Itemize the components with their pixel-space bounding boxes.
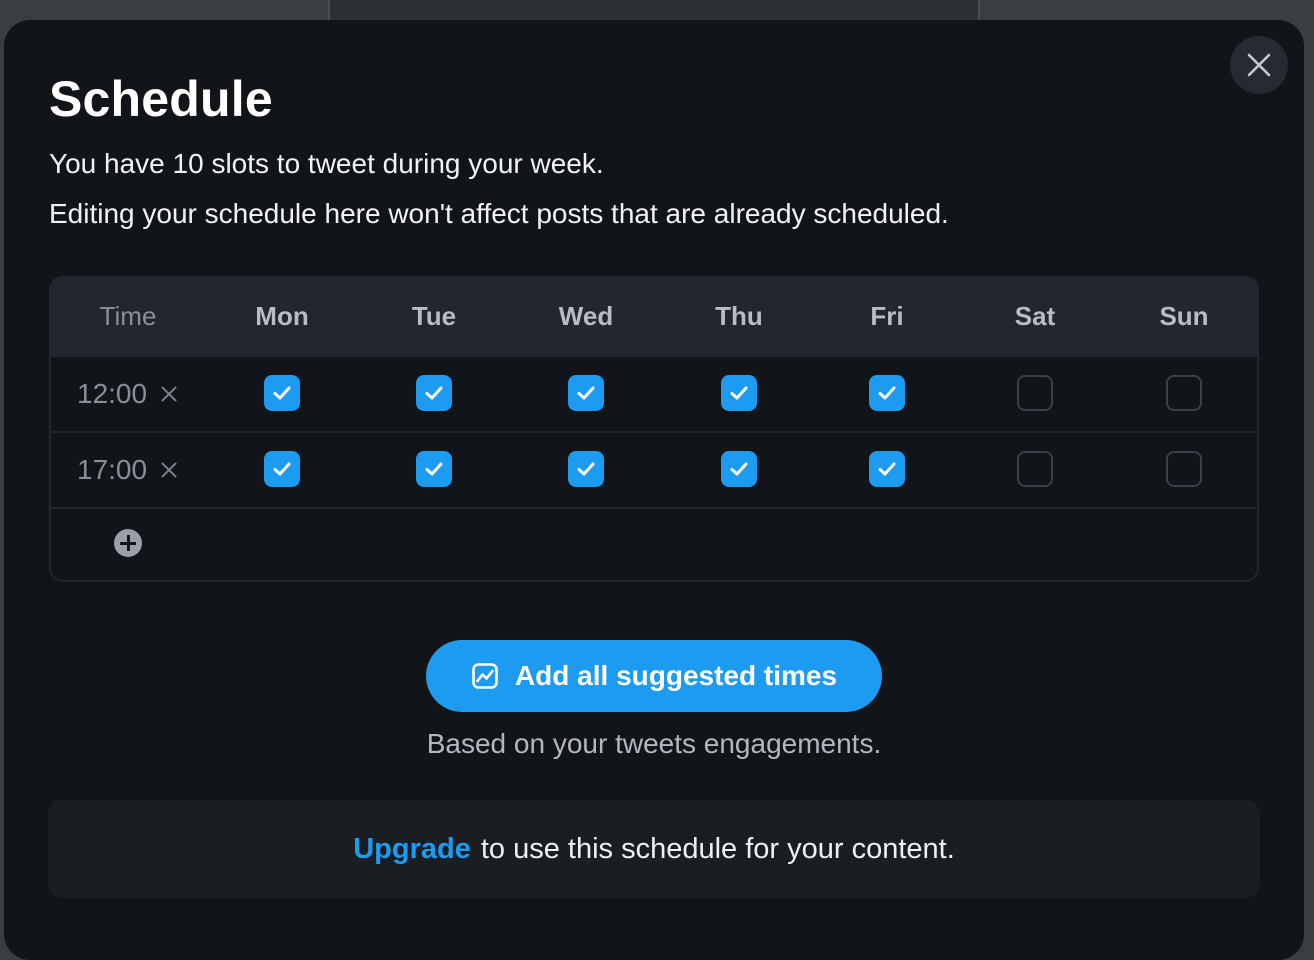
check-icon [878, 462, 896, 476]
checkbox-mon[interactable] [264, 451, 300, 487]
checkbox-thu[interactable] [721, 375, 757, 411]
checkbox-wed[interactable] [568, 375, 604, 411]
schedule-modal: Schedule You have 10 slots to tweet duri… [4, 20, 1304, 960]
column-header-sat: Sat [1014, 301, 1056, 331]
slots-description: You have 10 slots to tweet during your w… [49, 148, 604, 179]
checkbox-tue[interactable] [416, 451, 452, 487]
check-icon [425, 462, 443, 476]
suggest-note: Based on your tweets engagements. [426, 728, 882, 759]
add-suggested-times-button[interactable]: Add all suggested times [426, 640, 882, 712]
schedule-grid: Time Mon Tue Wed Thu Fri Sat Sun 12:00 1… [49, 276, 1259, 582]
add-time-plus-circle-icon[interactable] [114, 529, 142, 557]
grid-header: Time Mon Tue Wed Thu Fri Sat Sun [51, 278, 1257, 355]
check-icon [273, 386, 291, 400]
check-icon [878, 386, 896, 400]
check-icon [577, 462, 595, 476]
close-button[interactable] [1230, 36, 1288, 94]
column-header-sun: Sun [1159, 301, 1209, 331]
modal-title: Schedule [49, 71, 273, 127]
remove-time-x-icon[interactable] [159, 460, 179, 480]
column-header-tue: Tue [411, 301, 457, 331]
checkbox-fri[interactable] [869, 375, 905, 411]
checkbox-mon[interactable] [264, 375, 300, 411]
checkbox-tue[interactable] [416, 375, 452, 411]
check-icon [425, 386, 443, 400]
add-time-row [51, 507, 1257, 580]
suggest-button-label: Add all suggested times [514, 660, 838, 691]
column-header-mon: Mon [255, 301, 309, 331]
time-label: 12:00 [77, 378, 148, 409]
checkbox-fri[interactable] [869, 451, 905, 487]
column-header-thu: Thu [715, 301, 763, 331]
time-row: 17:00 [51, 431, 1257, 507]
check-icon [730, 462, 748, 476]
chart-icon [472, 663, 498, 689]
checkbox-wed[interactable] [568, 451, 604, 487]
checkbox-sat[interactable] [1017, 451, 1053, 487]
checkbox-thu[interactable] [721, 451, 757, 487]
checkbox-sun[interactable] [1166, 375, 1202, 411]
column-header-wed: Wed [558, 301, 614, 331]
upgrade-banner: Upgrade to use this schedule for your co… [48, 800, 1260, 898]
edit-warning: Editing your schedule here won't affect … [49, 198, 949, 229]
remove-time-x-icon[interactable] [159, 384, 179, 404]
column-header-time: Time [99, 301, 157, 331]
column-header-fri: Fri [870, 301, 904, 331]
time-cell: 17:00 [77, 433, 179, 507]
checkbox-sat[interactable] [1017, 375, 1053, 411]
time-cell: 12:00 [77, 357, 179, 431]
checkbox-sun[interactable] [1166, 451, 1202, 487]
check-icon [577, 386, 595, 400]
time-label: 17:00 [77, 454, 148, 485]
upgrade-message: to use this schedule for your content. [480, 832, 955, 865]
close-icon [1247, 53, 1271, 77]
upgrade-link[interactable]: Upgrade [353, 833, 471, 866]
check-icon [730, 386, 748, 400]
time-row: 12:00 [51, 355, 1257, 431]
check-icon [273, 462, 291, 476]
